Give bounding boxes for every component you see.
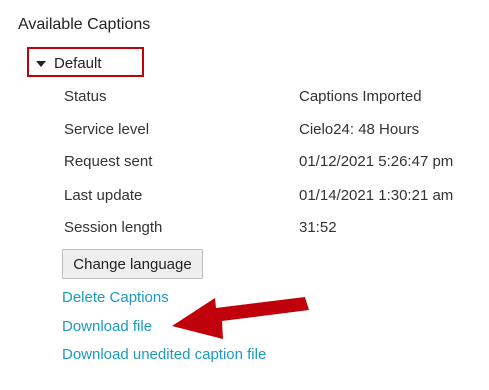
detail-row-service-level: Service level Cielo24: 48 Hours	[64, 121, 484, 143]
annotation-arrow-shape	[172, 297, 309, 339]
detail-row-request-sent: Request sent 01/12/2021 5:26:47 pm	[64, 153, 484, 175]
detail-label: Status	[64, 88, 107, 105]
detail-label: Request sent	[64, 153, 153, 170]
download-unedited-caption-file-link[interactable]: Download unedited caption file	[62, 346, 266, 363]
detail-row-last-update: Last update 01/14/2021 1:30:21 am	[64, 187, 484, 209]
detail-value: 01/12/2021 5:26:47 pm	[299, 153, 454, 170]
detail-label: Session length	[64, 219, 163, 236]
default-caption-toggle[interactable]: Default	[36, 53, 102, 73]
detail-row-status: Status Captions Imported	[64, 88, 484, 110]
detail-label: Service level	[64, 121, 150, 138]
detail-row-session-length: Session length 31:52	[64, 219, 484, 241]
available-captions-heading: Available Captions	[18, 16, 151, 33]
detail-value: Cielo24: 48 Hours	[299, 121, 420, 138]
delete-captions-link[interactable]: Delete Captions	[62, 289, 169, 306]
default-caption-label: Default	[54, 54, 102, 72]
detail-value: 01/14/2021 1:30:21 am	[299, 187, 454, 204]
caret-down-icon	[36, 60, 46, 67]
detail-value: Captions Imported	[299, 88, 422, 105]
detail-value: 31:52	[299, 219, 337, 236]
detail-label: Last update	[64, 187, 143, 204]
change-language-button[interactable]: Change language	[62, 249, 203, 279]
download-file-link[interactable]: Download file	[62, 318, 152, 335]
